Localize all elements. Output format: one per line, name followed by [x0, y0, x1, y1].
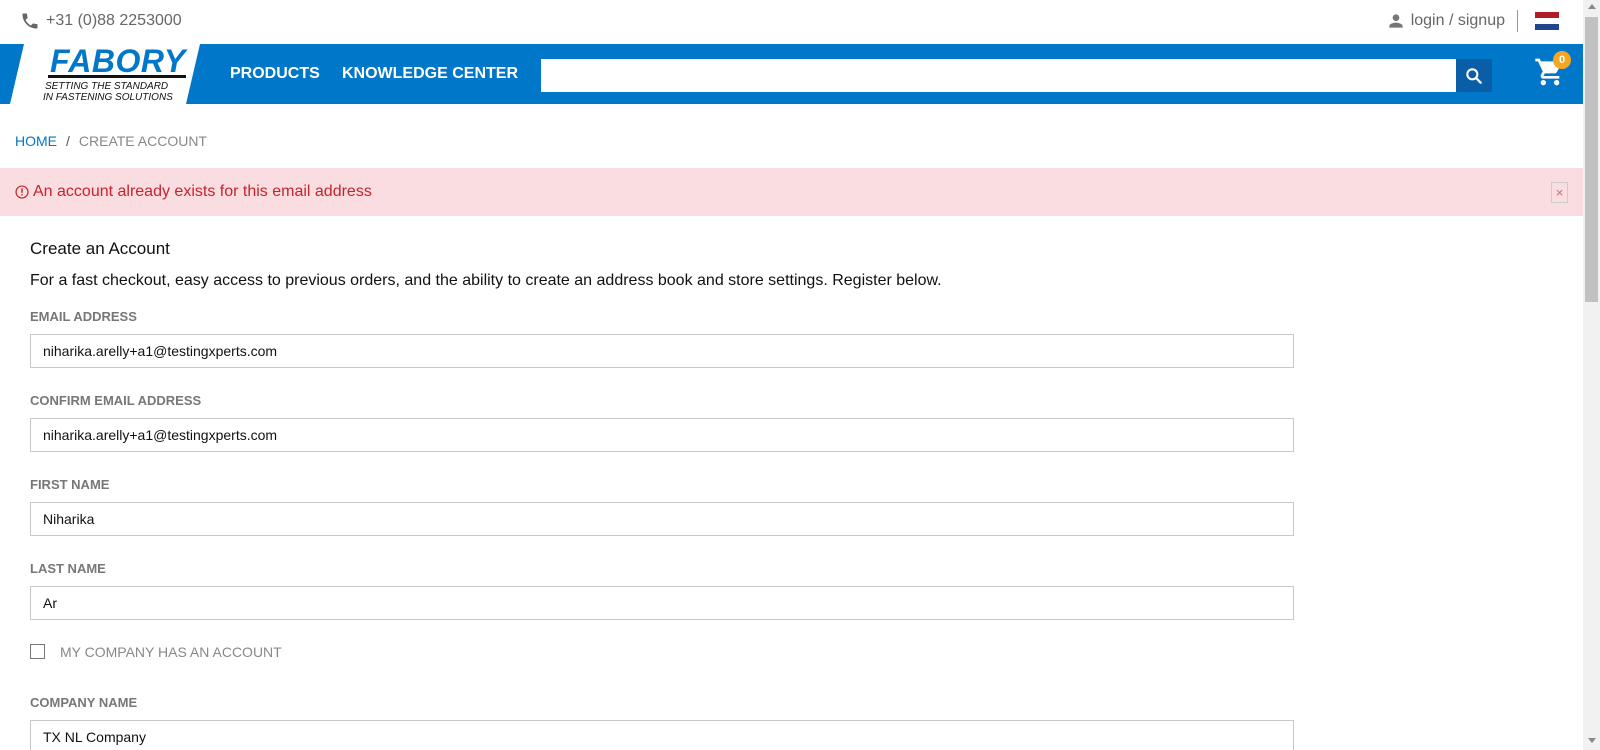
confirm-email-label: CONFIRM EMAIL ADDRESS	[30, 393, 202, 408]
user-icon	[1389, 14, 1403, 28]
breadcrumb: HOME / CREATE ACCOUNT	[15, 133, 207, 149]
logo-tagline-line-1: SETTING THE STANDARD	[45, 81, 169, 92]
cart-count-badge: 0	[1553, 51, 1571, 69]
nav-knowledge-center[interactable]: KNOWLEDGE CENTER	[342, 65, 518, 83]
scroll-up-arrow-icon[interactable]	[1588, 4, 1596, 9]
vertical-scrollbar[interactable]	[1583, 0, 1600, 750]
error-alert: An account already exists for this email…	[0, 168, 1583, 216]
first-name-label: FIRST NAME	[30, 477, 110, 492]
last-name-field[interactable]	[30, 586, 1294, 620]
email-field[interactable]	[30, 334, 1294, 368]
login-signup-label: login / signup	[1410, 12, 1505, 29]
phone-icon	[22, 13, 38, 29]
exclamation-circle-icon	[15, 185, 29, 199]
logo-underline	[48, 75, 186, 78]
topbar-divider	[1517, 10, 1518, 32]
company-account-label[interactable]: MY COMPANY HAS AN ACCOUNT	[60, 644, 282, 660]
alert-close-button[interactable]: ×	[1551, 182, 1568, 203]
top-utility-bar: +31 (0)88 2253000 login / signup	[0, 0, 1583, 44]
first-name-field[interactable]	[30, 502, 1294, 536]
company-name-label: COMPANY NAME	[30, 695, 138, 710]
logo-tagline-line-2: IN FASTENING SOLUTIONS	[43, 92, 173, 103]
email-label: EMAIL ADDRESS	[30, 309, 137, 324]
search-button[interactable]	[1456, 59, 1492, 92]
close-icon: ×	[1555, 185, 1564, 200]
search-input[interactable]	[541, 59, 1456, 92]
login-signup-link[interactable]: login / signup	[1386, 11, 1505, 31]
breadcrumb-separator: /	[66, 133, 70, 149]
breadcrumb-current: CREATE ACCOUNT	[78, 133, 207, 149]
form-title: Create an Account	[30, 239, 170, 258]
form-description: For a fast checkout, easy access to prev…	[30, 272, 942, 289]
scroll-down-arrow-icon[interactable]	[1588, 738, 1596, 743]
main-header: FABORY SETTING THE STANDARD IN FASTENING…	[0, 44, 1583, 104]
last-name-label: LAST NAME	[30, 561, 106, 576]
scrollbar-thumb[interactable]	[1585, 17, 1598, 302]
phone-contact[interactable]: +31 (0)88 2253000	[20, 11, 182, 31]
phone-number: +31 (0)88 2253000	[46, 12, 182, 29]
nav-products[interactable]: PRODUCTS	[230, 65, 320, 83]
netherlands-flag[interactable]	[1535, 12, 1559, 30]
confirm-email-field[interactable]	[30, 418, 1294, 452]
company-name-field[interactable]	[30, 720, 1294, 750]
alert-message: An account already exists for this email…	[33, 183, 372, 200]
breadcrumb-home-link[interactable]: HOME	[15, 133, 57, 149]
search-icon	[1466, 67, 1482, 84]
company-account-checkbox[interactable]	[30, 644, 45, 659]
fabory-logo[interactable]: FABORY SETTING THE STANDARD IN FASTENING…	[10, 44, 200, 104]
